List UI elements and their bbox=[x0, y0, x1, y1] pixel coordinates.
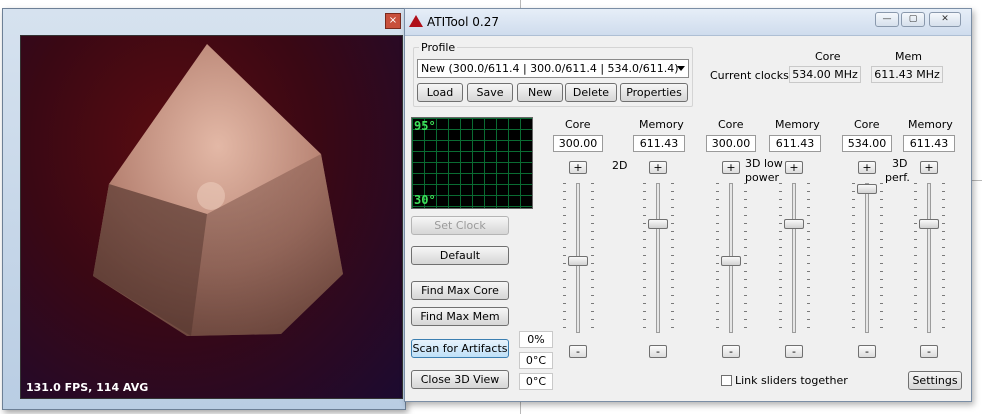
core-increase-button[interactable]: + bbox=[569, 161, 587, 174]
temperature-readout-1: 0°C bbox=[519, 352, 553, 369]
slider-ticks bbox=[716, 183, 719, 333]
profile-select-value: New (300.0/611.4 | 300.0/611.4 | 534.0/6… bbox=[421, 62, 679, 75]
core-increase-button[interactable]: + bbox=[858, 161, 876, 174]
save-button[interactable]: Save bbox=[467, 83, 513, 102]
slider-ticks bbox=[643, 183, 646, 333]
load-button[interactable]: Load bbox=[417, 83, 463, 102]
new-button[interactable]: New bbox=[517, 83, 563, 102]
core-slider-thumb[interactable] bbox=[568, 256, 588, 266]
current-clocks-label: Current clocks: bbox=[710, 69, 793, 82]
mode-name: 2D bbox=[612, 159, 628, 172]
current-core-clock: 534.00 MHz bbox=[789, 66, 861, 83]
app-icon bbox=[409, 15, 423, 27]
memory-label: Memory bbox=[775, 118, 820, 131]
mode-name-line1: 3D low bbox=[745, 157, 783, 170]
core-clock-input[interactable]: 300.00 bbox=[553, 135, 603, 152]
maximize-button[interactable]: ▢ bbox=[901, 12, 925, 27]
fur-cube-render bbox=[93, 44, 343, 336]
temp-max-label: 95° bbox=[414, 119, 436, 133]
find-max-core-button[interactable]: Find Max Core bbox=[411, 281, 509, 300]
delete-button[interactable]: Delete bbox=[565, 83, 617, 102]
memory-increase-button[interactable]: + bbox=[920, 161, 938, 174]
find-max-mem-button[interactable]: Find Max Mem bbox=[411, 307, 509, 326]
memory-decrease-button[interactable]: - bbox=[920, 345, 938, 358]
close-icon[interactable]: × bbox=[385, 13, 401, 29]
core-clock-input[interactable]: 300.00 bbox=[706, 135, 756, 152]
temperature-graph: 95° 30° bbox=[411, 117, 533, 209]
core-clock-input[interactable]: 534.00 bbox=[842, 135, 892, 152]
slider-ticks bbox=[880, 183, 883, 333]
artifact-percent: 0% bbox=[519, 331, 553, 348]
profile-select[interactable]: New (300.0/611.4 | 300.0/611.4 | 534.0/6… bbox=[417, 59, 689, 78]
core-slider-thumb[interactable] bbox=[857, 184, 877, 194]
core-decrease-button[interactable]: - bbox=[722, 345, 740, 358]
default-button[interactable]: Default bbox=[411, 246, 509, 265]
memory-slider-track[interactable] bbox=[656, 183, 660, 333]
profile-label: Profile bbox=[419, 41, 458, 54]
memory-slider-thumb[interactable] bbox=[919, 218, 939, 229]
chevron-down-icon[interactable] bbox=[677, 66, 685, 71]
scan-artifacts-button[interactable]: Scan for Artifacts bbox=[411, 339, 509, 358]
set-clock-button[interactable]: Set Clock bbox=[411, 216, 509, 235]
mode-name-line2: perf. bbox=[885, 171, 910, 184]
memory-label: Memory bbox=[908, 118, 953, 131]
memory-label: Memory bbox=[639, 118, 684, 131]
link-sliders-checkbox[interactable] bbox=[721, 375, 732, 386]
render-viewport: 131.0 FPS, 114 AVG bbox=[20, 35, 403, 399]
core-increase-button[interactable]: + bbox=[722, 161, 740, 174]
core-slider-thumb[interactable] bbox=[721, 256, 741, 266]
mode-name-line2: power bbox=[745, 171, 779, 184]
slider-ticks bbox=[779, 183, 782, 333]
memory-increase-button[interactable]: + bbox=[649, 161, 667, 174]
memory-slider-track[interactable] bbox=[792, 183, 796, 333]
close-3d-view-button[interactable]: Close 3D View bbox=[411, 370, 509, 389]
memory-slider-thumb[interactable] bbox=[648, 218, 668, 229]
properties-button[interactable]: Properties bbox=[620, 83, 688, 102]
memory-clock-input[interactable]: 611.43 bbox=[903, 135, 955, 152]
core-label: Core bbox=[565, 118, 591, 131]
memory-increase-button[interactable]: + bbox=[785, 161, 803, 174]
slider-ticks bbox=[591, 183, 594, 333]
title-bar[interactable]: ATITool 0.27 — ▢ ✕ bbox=[405, 9, 971, 36]
window-title: ATITool 0.27 bbox=[427, 15, 499, 29]
memory-decrease-button[interactable]: - bbox=[649, 345, 667, 358]
current-core-header: Core bbox=[815, 50, 841, 63]
mode-name-line1: 3D bbox=[892, 157, 908, 170]
core-slider-track[interactable] bbox=[865, 183, 869, 333]
core-label: Core bbox=[854, 118, 880, 131]
memory-clock-input[interactable]: 611.43 bbox=[769, 135, 821, 152]
cube-vertex-highlight bbox=[197, 182, 225, 210]
temperature-readout-2: 0°C bbox=[519, 373, 553, 390]
minimize-button[interactable]: — bbox=[875, 12, 899, 27]
slider-ticks bbox=[852, 183, 855, 333]
slider-ticks bbox=[563, 183, 566, 333]
atitool-window[interactable]: ATITool 0.27 — ▢ ✕ Profile New (300.0/61… bbox=[404, 8, 972, 402]
core-decrease-button[interactable]: - bbox=[858, 345, 876, 358]
slider-ticks bbox=[914, 183, 917, 333]
core-decrease-button[interactable]: - bbox=[569, 345, 587, 358]
core-label: Core bbox=[718, 118, 744, 131]
link-sliders-label: Link sliders together bbox=[735, 374, 848, 387]
memory-slider-thumb[interactable] bbox=[784, 218, 804, 229]
settings-button[interactable]: Settings bbox=[908, 371, 962, 390]
memory-clock-input[interactable]: 611.43 bbox=[633, 135, 685, 152]
memory-slider-track[interactable] bbox=[927, 183, 931, 333]
temp-min-label: 30° bbox=[414, 193, 436, 207]
desktop-line bbox=[972, 180, 982, 181]
slider-ticks bbox=[744, 183, 747, 333]
current-mem-clock: 611.43 MHz bbox=[871, 66, 943, 83]
close-button[interactable]: ✕ bbox=[929, 12, 961, 27]
slider-ticks bbox=[942, 183, 945, 333]
memory-decrease-button[interactable]: - bbox=[785, 345, 803, 358]
slider-ticks bbox=[671, 183, 674, 333]
current-mem-header: Mem bbox=[895, 50, 922, 63]
slider-ticks bbox=[807, 183, 810, 333]
fps-counter: 131.0 FPS, 114 AVG bbox=[26, 381, 149, 394]
render-3d-window[interactable]: × 131.0 FPS, 114 AVG bbox=[2, 8, 406, 410]
